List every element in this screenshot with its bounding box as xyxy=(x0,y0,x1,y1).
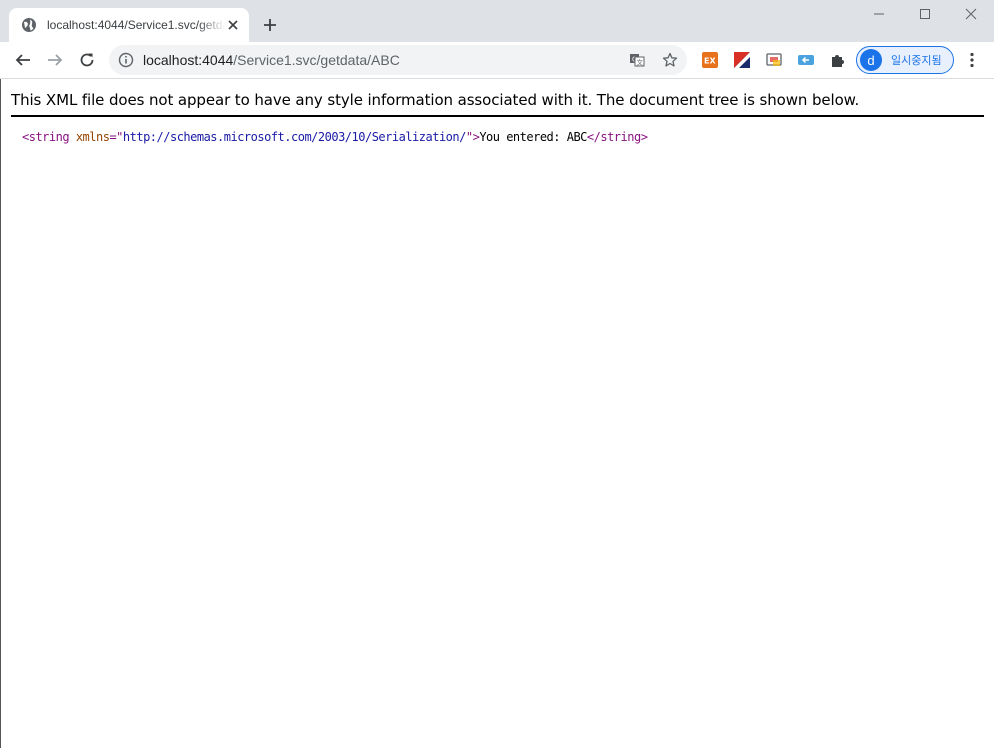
more-vert-icon xyxy=(970,52,974,68)
xml-text-content: You entered: ABC xyxy=(479,130,587,144)
close-window-button[interactable] xyxy=(948,0,994,28)
reload-button[interactable] xyxy=(73,46,101,74)
arrow-extension-icon[interactable] xyxy=(797,51,815,69)
maximize-icon xyxy=(920,9,930,19)
ex-extension-icon[interactable]: EX xyxy=(701,51,719,69)
globe-icon xyxy=(21,17,37,33)
arrow-left-icon xyxy=(15,54,30,66)
url-text[interactable]: localhost:4044/Service1.svc/getdata/ABC xyxy=(143,52,400,68)
page-content: This XML file does not appear to have an… xyxy=(0,79,994,748)
minimize-icon xyxy=(874,13,884,15)
url-host: localhost:4044 xyxy=(143,52,234,68)
tab-title: localhost:4044/Service1.svc/getdata/ABC xyxy=(47,18,225,32)
xml-close-tag: </string> xyxy=(586,130,648,144)
bookmark-star-icon[interactable] xyxy=(658,48,682,72)
xml-attribute-name: xmlns xyxy=(75,130,110,144)
info-icon[interactable] xyxy=(118,52,134,68)
arrow-right-icon xyxy=(48,54,63,66)
avatar: d xyxy=(860,49,882,71)
flag-extension-icon[interactable] xyxy=(733,51,751,69)
window-edge xyxy=(0,79,1,748)
back-button[interactable] xyxy=(9,46,37,74)
maximize-button[interactable] xyxy=(902,0,948,28)
profile-status-label: 일시중지됨 xyxy=(891,55,942,67)
screen-capture-icon[interactable] xyxy=(765,51,783,69)
reload-icon xyxy=(80,53,94,67)
close-tab-icon[interactable] xyxy=(225,17,241,33)
xml-info-header: This XML file does not appear to have an… xyxy=(11,91,984,117)
new-tab-button[interactable] xyxy=(258,13,282,37)
url-path: /Service1.svc/getdata/ABC xyxy=(233,52,400,68)
browser-tab[interactable]: localhost:4044/Service1.svc/getdata/ABC xyxy=(9,8,249,42)
close-icon xyxy=(965,8,977,20)
plus-icon xyxy=(264,19,276,31)
xml-attribute-equals: =" xyxy=(109,130,123,144)
profile-button[interactable]: d 일시중지됨 xyxy=(856,46,954,74)
translate-icon[interactable]: G文 xyxy=(625,48,649,72)
browser-menu-button[interactable] xyxy=(960,46,984,74)
xml-open-tag: <string xyxy=(22,130,70,144)
forward-button[interactable] xyxy=(41,46,69,74)
xml-document-tree: <string xmlns="http://schemas.microsoft.… xyxy=(22,130,648,144)
tab-strip: localhost:4044/Service1.svc/getdata/ABC xyxy=(0,0,994,42)
xml-open-tag-end: "> xyxy=(465,130,480,144)
svg-text:文: 文 xyxy=(637,58,644,67)
browser-toolbar: localhost:4044/Service1.svc/getdata/ABC … xyxy=(0,42,994,79)
address-bar[interactable]: localhost:4044/Service1.svc/getdata/ABC … xyxy=(109,45,687,75)
minimize-button[interactable] xyxy=(856,0,902,28)
xml-attribute-value: http://schemas.microsoft.com/2003/10/Ser… xyxy=(122,130,466,144)
svg-text:EX: EX xyxy=(704,57,716,66)
puzzle-extensions-icon[interactable] xyxy=(829,51,847,69)
